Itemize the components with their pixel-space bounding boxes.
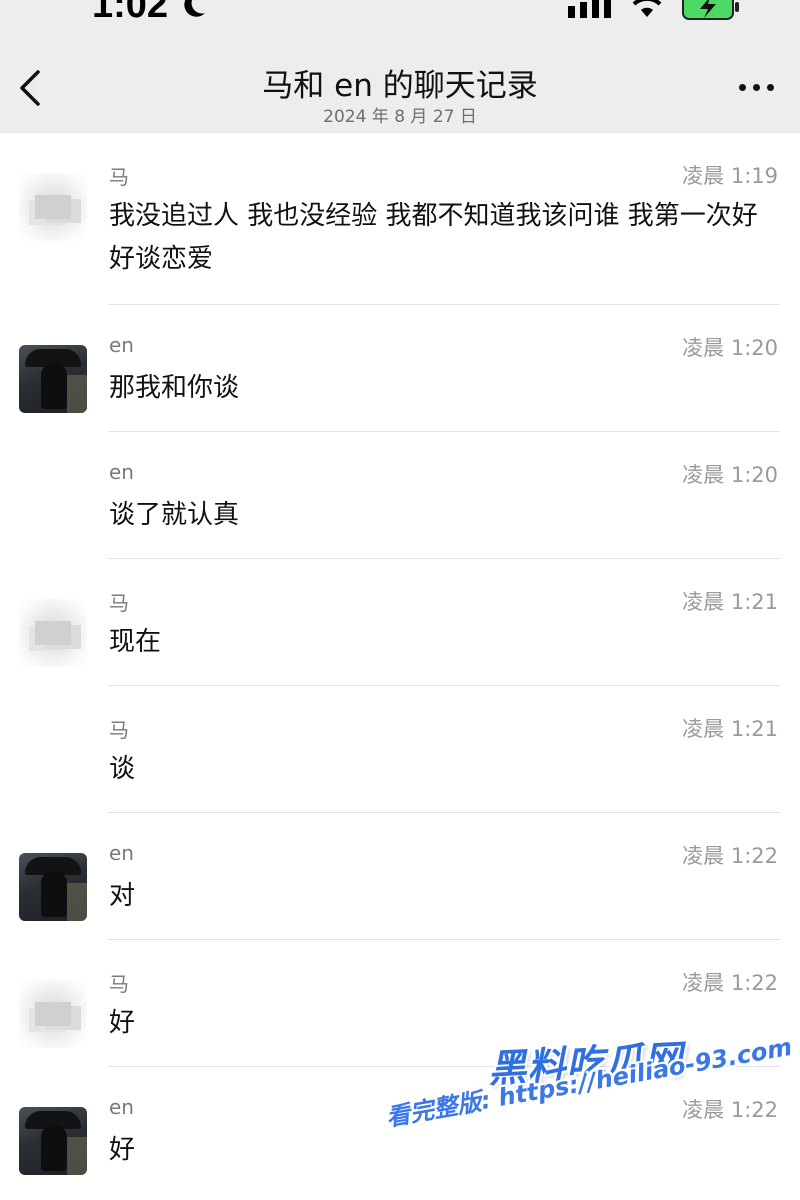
avatar[interactable] [19,980,87,1048]
list-item[interactable]: en 凌晨 1:20 谈了就认真 [0,432,800,559]
sender-name: en [109,333,134,357]
more-dot [767,84,774,91]
avatar[interactable] [19,853,87,921]
avatar[interactable] [19,345,87,413]
page-title: 马和 en 的聊天记录 [262,68,538,104]
sender-name: 马 [109,972,129,996]
message-text: 谈 [109,754,136,784]
list-item[interactable]: 马 凌晨 1:21 现在 [0,559,800,686]
sender-name: en [109,1095,134,1119]
avatar[interactable] [19,599,87,667]
message-time: 凌晨 1:22 [682,971,778,995]
sender-name: 马 [109,591,129,615]
avatar[interactable] [19,1107,87,1175]
message-time: 凌晨 1:21 [682,717,778,741]
sender-name: en [109,460,134,484]
message-time: 凌晨 1:22 [682,844,778,868]
moon-icon [183,0,205,17]
signal-icon [568,0,611,18]
message-text: 那我和你谈 [109,373,240,403]
sender-name: 马 [109,718,129,742]
list-item[interactable]: 马 凌晨 1:19 我没追过人 我也没经验 我都不知道我该问谁 我第一次好好谈恋… [0,133,800,305]
avatar[interactable] [19,173,87,241]
battery-charging-icon [682,0,739,20]
message-text: 对 [109,881,136,911]
nav-bar: 马和 en 的聊天记录 2024 年 8 月 27 日 [0,30,800,133]
message-time: 凌晨 1:20 [682,336,778,360]
message-time: 凌晨 1:22 [682,1098,778,1122]
message-text: 现在 [109,627,162,657]
sender-name: en [109,841,134,865]
list-item[interactable]: 马 凌晨 1:21 谈 [0,686,800,813]
sender-name: 马 [109,165,129,189]
wifi-icon [632,0,662,17]
more-dot [753,84,760,91]
list-item[interactable]: en 凌晨 1:20 那我和你谈 [0,305,800,432]
message-text: 谈了就认真 [109,500,240,530]
message-time: 凌晨 1:19 [682,164,778,188]
list-item[interactable]: en 凌晨 1:22 对 [0,813,800,940]
message-time: 凌晨 1:20 [682,463,778,487]
page-subtitle: 2024 年 8 月 27 日 [323,107,477,127]
status-icons [568,0,740,20]
status-bar: 1:02 [0,0,800,30]
more-icon[interactable] [739,84,774,91]
status-time: 1:02 [92,0,207,27]
more-dot [739,84,746,91]
message-text: 好 [109,1135,136,1165]
message-time: 凌晨 1:21 [682,590,778,614]
message-text: 我没追过人 我也没经验 我都不知道我该问谁 我第一次好好谈恋爱 [109,201,758,274]
